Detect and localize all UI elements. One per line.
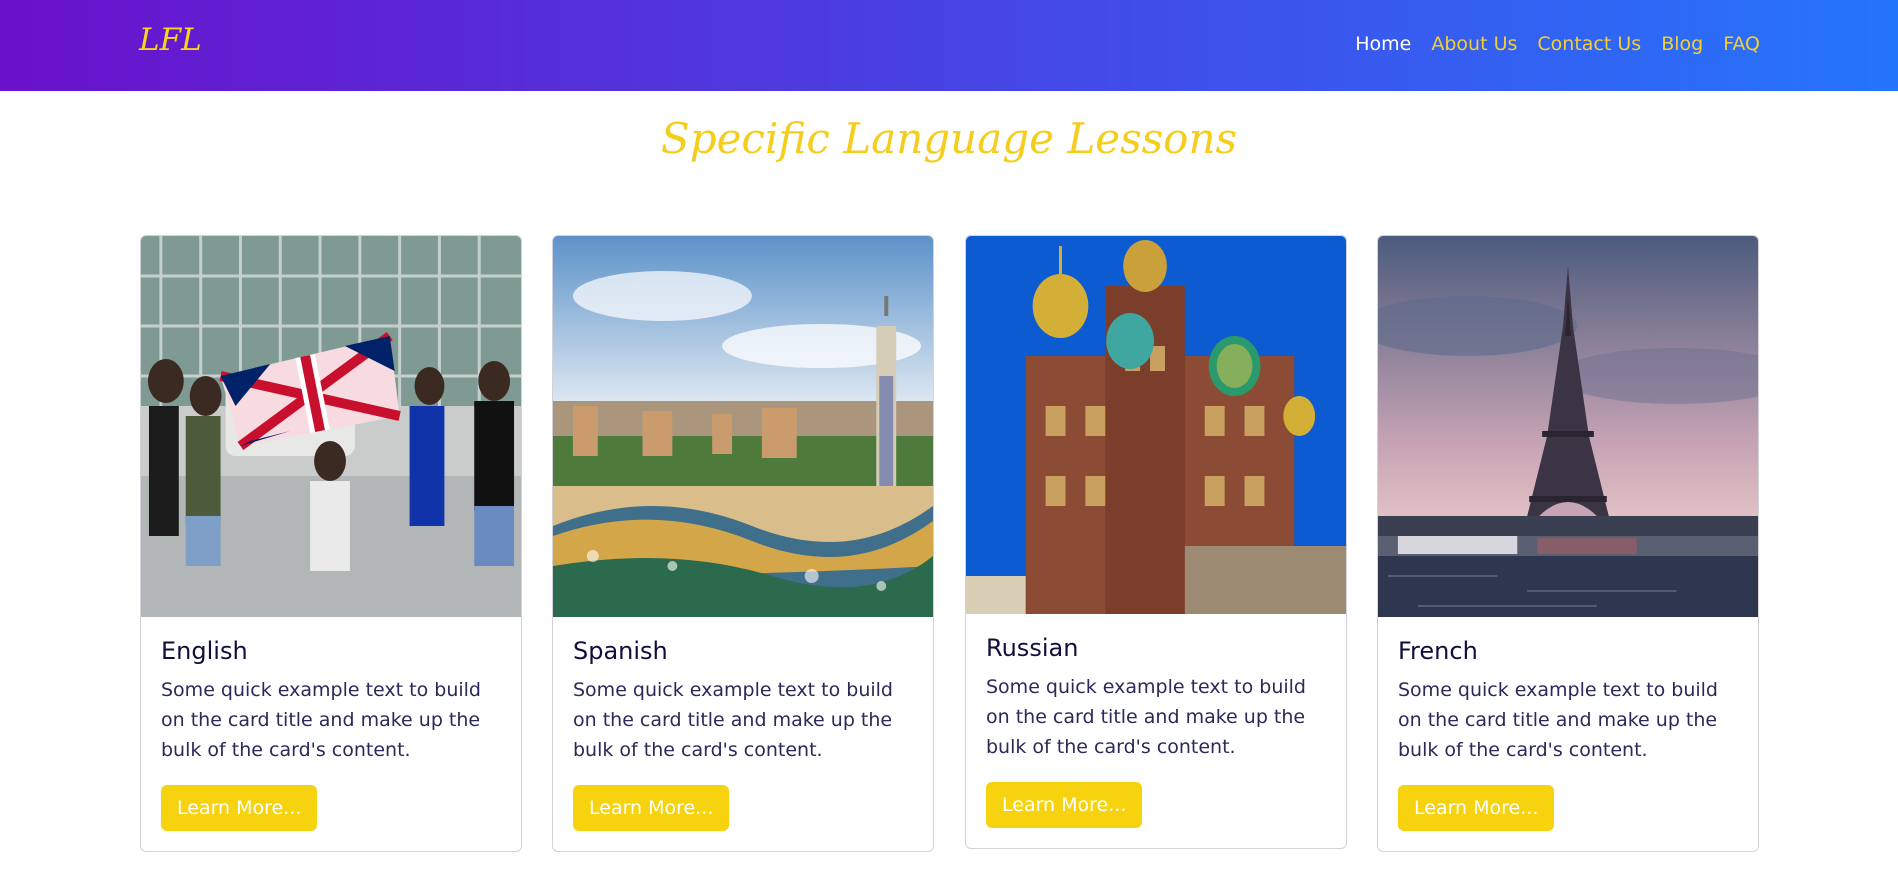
card-text: Some quick example text to build on the … (1398, 679, 1718, 761)
navbar: LFL Home About Us Contact Us Blog FAQ (0, 0, 1898, 91)
card-russian: Russian Some quick example text to build… (965, 235, 1347, 849)
card-title: English (161, 637, 248, 665)
learn-more-button-english[interactable]: Learn More... (161, 785, 318, 831)
nav-links: Home About Us Contact Us Blog FAQ (1355, 33, 1760, 55)
card-body: English Some quick example text to build… (141, 617, 521, 851)
card-title: Russian (986, 634, 1079, 662)
card-image-spanish (553, 236, 933, 617)
card-title: French (1398, 637, 1478, 665)
card-body: Spanish Some quick example text to build… (553, 617, 933, 851)
nav-home[interactable]: Home (1355, 33, 1411, 55)
card-french: French Some quick example text to build … (1377, 235, 1759, 852)
nav-blog[interactable]: Blog (1661, 33, 1703, 55)
card-image-english (141, 236, 521, 617)
card-title: Spanish (573, 637, 668, 665)
learn-more-button-russian[interactable]: Learn More... (986, 782, 1143, 828)
card-text: Some quick example text to build on the … (161, 679, 481, 761)
learn-more-button-french[interactable]: Learn More... (1398, 785, 1555, 831)
nav-contact-us[interactable]: Contact Us (1537, 33, 1641, 55)
nav-faq[interactable]: FAQ (1723, 33, 1760, 55)
card-text: Some quick example text to build on the … (573, 679, 893, 761)
brand-logo[interactable]: LFL (139, 22, 202, 58)
card-body: Russian Some quick example text to build… (966, 614, 1346, 848)
card-english: English Some quick example text to build… (140, 235, 522, 852)
card-image-french (1378, 236, 1758, 617)
card-body: French Some quick example text to build … (1378, 617, 1758, 851)
card-text: Some quick example text to build on the … (986, 676, 1306, 758)
page-title: Specific Language Lessons (660, 114, 1238, 163)
card-image-russian (966, 236, 1346, 614)
learn-more-button-spanish[interactable]: Learn More... (573, 785, 730, 831)
nav-about-us[interactable]: About Us (1431, 33, 1517, 55)
card-spanish: Spanish Some quick example text to build… (552, 235, 934, 852)
